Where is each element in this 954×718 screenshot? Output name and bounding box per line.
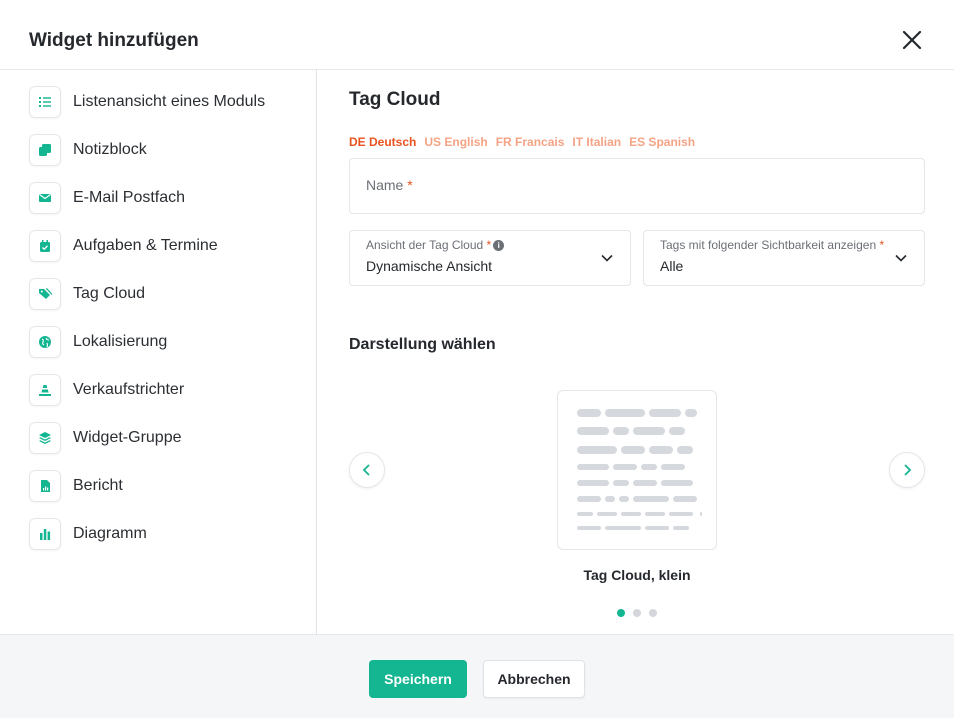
sidebar-item-label: Lokalisierung bbox=[73, 333, 168, 350]
widget-config-panel: Tag Cloud DE Deutsch US English FR Franc… bbox=[317, 70, 954, 634]
carousel-dot-3[interactable] bbox=[649, 609, 657, 617]
required-mark: * bbox=[407, 177, 413, 193]
report-icon bbox=[29, 470, 61, 502]
lang-tab-es[interactable]: ES Spanish bbox=[629, 135, 695, 149]
tags-icon bbox=[29, 278, 61, 310]
chevron-down-icon bbox=[895, 254, 907, 262]
view-type-select[interactable]: Ansicht der Tag Cloud * i Dynamische Ansi… bbox=[349, 230, 631, 286]
carousel-pagination bbox=[617, 609, 657, 617]
layers-icon bbox=[29, 422, 61, 454]
sidebar-item-email[interactable]: E-Mail Postfach bbox=[29, 182, 309, 214]
display-preview-card[interactable] bbox=[557, 390, 717, 550]
sidebar-item-label: Widget-Gruppe bbox=[73, 429, 182, 446]
name-input[interactable]: Name * bbox=[349, 158, 925, 214]
sidebar-item-list-view[interactable]: Listenansicht eines Moduls bbox=[29, 86, 309, 118]
notes-icon bbox=[29, 134, 61, 166]
chevron-left-icon bbox=[362, 464, 370, 476]
visibility-label: Tags mit folgender Sichtbarkeit anzeigen… bbox=[660, 238, 885, 252]
lang-tab-de[interactable]: DE Deutsch bbox=[349, 135, 416, 149]
name-placeholder: Name * bbox=[366, 177, 413, 193]
sidebar-item-label: Verkaufstrichter bbox=[73, 381, 185, 398]
carousel-dot-2[interactable] bbox=[633, 609, 641, 617]
lang-tab-fr[interactable]: FR Francais bbox=[496, 135, 565, 149]
bar-chart-icon bbox=[29, 518, 61, 550]
language-tabs: DE Deutsch US English FR Francais IT Ita… bbox=[349, 135, 695, 149]
sidebar-item-report[interactable]: Bericht bbox=[29, 470, 309, 502]
view-type-value: Dynamische Ansicht bbox=[366, 258, 493, 274]
sidebar-item-chart[interactable]: Diagramm bbox=[29, 518, 309, 550]
dialog-footer: Speichern Abbrechen bbox=[0, 634, 954, 718]
add-widget-dialog: Widget hinzufügen Listenansicht eines Mo… bbox=[0, 0, 954, 718]
funnel-icon bbox=[29, 374, 61, 406]
sidebar-item-sales-funnel[interactable]: Verkaufstrichter bbox=[29, 374, 309, 406]
carousel-next-button[interactable] bbox=[889, 452, 925, 488]
visibility-select[interactable]: Tags mit folgender Sichtbarkeit anzeigen… bbox=[643, 230, 925, 286]
save-button[interactable]: Speichern bbox=[369, 660, 467, 698]
list-icon bbox=[29, 86, 61, 118]
dialog-title: Widget hinzufügen bbox=[29, 30, 199, 51]
sidebar-item-localization[interactable]: Lokalisierung bbox=[29, 326, 309, 358]
view-type-label: Ansicht der Tag Cloud * i bbox=[366, 238, 505, 252]
sidebar-item-label: Notizblock bbox=[73, 141, 147, 158]
sidebar-item-label: Diagramm bbox=[73, 525, 147, 542]
display-title: Darstellung wählen bbox=[349, 336, 496, 353]
close-button[interactable] bbox=[900, 28, 924, 52]
chevron-down-icon bbox=[601, 254, 613, 262]
dialog-header: Widget hinzufügen bbox=[0, 0, 954, 70]
sidebar-item-tag-cloud[interactable]: Tag Cloud bbox=[29, 278, 309, 310]
info-icon[interactable]: i bbox=[493, 239, 505, 251]
required-mark: * bbox=[486, 238, 492, 252]
sidebar-item-label: Aufgaben & Termine bbox=[73, 237, 218, 254]
sidebar-item-notepad[interactable]: Notizblock bbox=[29, 134, 309, 166]
sidebar-item-tasks[interactable]: Aufgaben & Termine bbox=[29, 230, 309, 262]
sidebar-item-label: E-Mail Postfach bbox=[73, 189, 186, 206]
sidebar-item-label: Listenansicht eines Moduls bbox=[73, 93, 266, 110]
lang-tab-en[interactable]: US English bbox=[424, 135, 487, 149]
cancel-button[interactable]: Abbrechen bbox=[483, 660, 585, 698]
close-icon bbox=[902, 30, 922, 50]
chevron-right-icon bbox=[904, 464, 912, 476]
visibility-value: Alle bbox=[660, 258, 684, 274]
envelope-icon bbox=[29, 182, 61, 214]
globe-icon bbox=[29, 326, 61, 358]
widget-title: Tag Cloud bbox=[349, 89, 441, 110]
widget-type-list: Listenansicht eines Moduls Notizblock E-… bbox=[0, 70, 317, 634]
sidebar-item-widget-group[interactable]: Widget-Gruppe bbox=[29, 422, 309, 454]
required-mark: * bbox=[879, 238, 885, 252]
tag-cloud-preview-image bbox=[577, 409, 702, 530]
sidebar-item-label: Tag Cloud bbox=[73, 285, 146, 302]
carousel-dot-1[interactable] bbox=[617, 609, 625, 617]
preview-caption: Tag Cloud, klein bbox=[583, 567, 691, 583]
carousel-prev-button[interactable] bbox=[349, 452, 385, 488]
calendar-check-icon bbox=[29, 230, 61, 262]
sidebar-item-label: Bericht bbox=[73, 477, 123, 494]
lang-tab-it[interactable]: IT Italian bbox=[572, 135, 621, 149]
